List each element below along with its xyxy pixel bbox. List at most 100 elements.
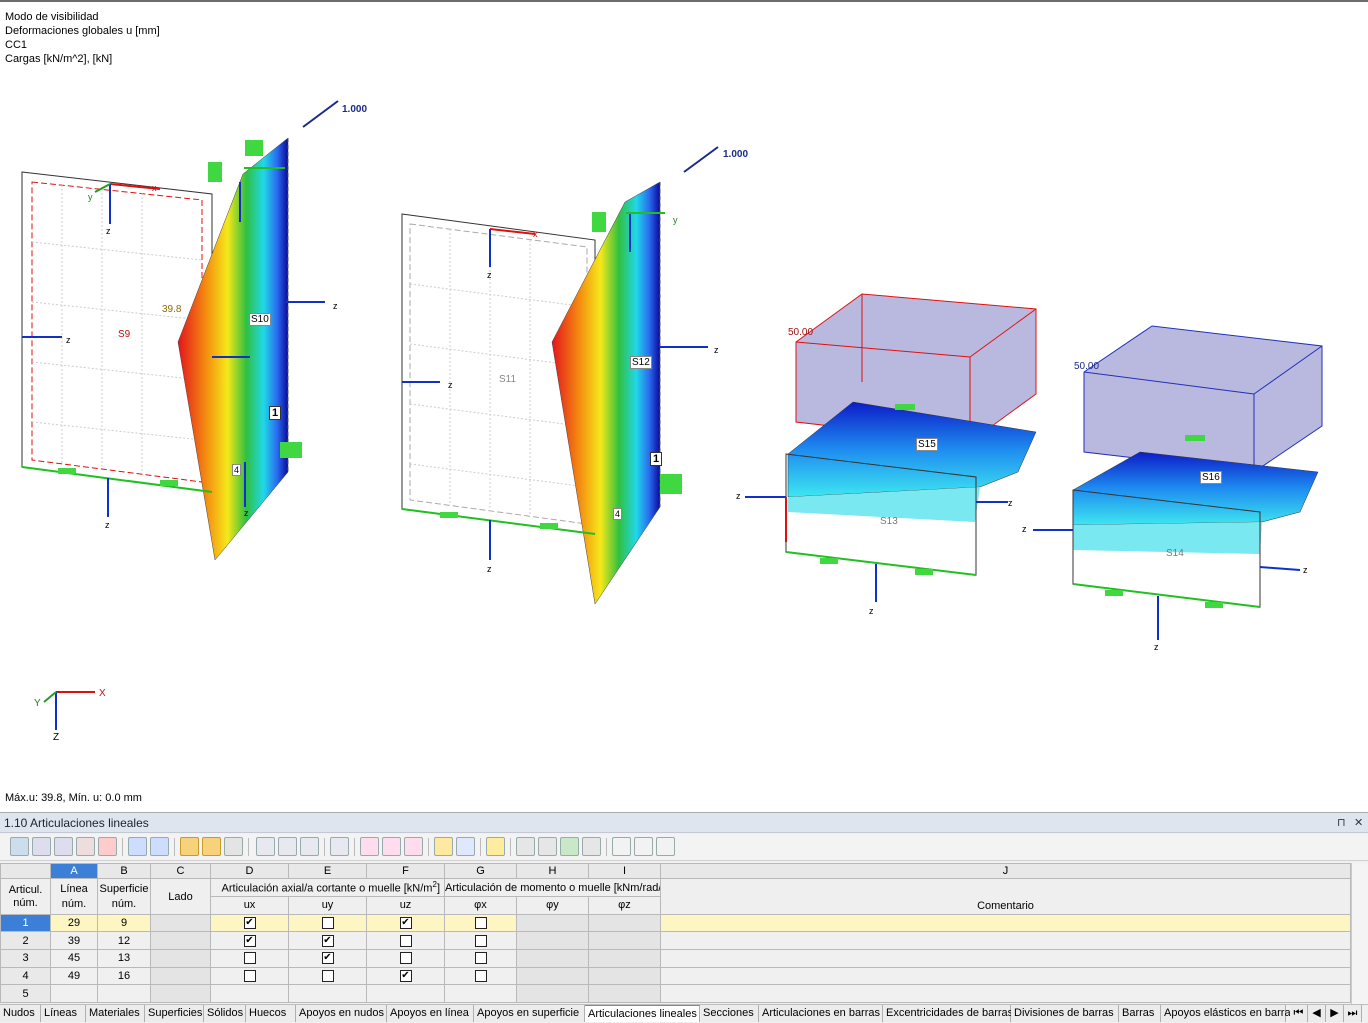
cell-phy[interactable] (516, 984, 589, 1003)
cell-ux[interactable]: ✔ (210, 913, 289, 933)
cell-superficie[interactable]: 16 (97, 966, 151, 986)
checkbox-uz[interactable]: ✔ (399, 917, 412, 930)
tab-excentricidades-de-barras[interactable]: Excentricidades de barras (883, 1005, 1013, 1022)
checkbox-uz[interactable] (399, 952, 412, 965)
cell-phx[interactable] (444, 931, 517, 951)
checkbox-uy[interactable]: ✔ (321, 934, 334, 947)
function-remove-icon[interactable] (656, 837, 675, 856)
cell-uy[interactable] (288, 966, 367, 986)
refresh-icon[interactable] (224, 837, 243, 856)
print-icon[interactable] (582, 837, 601, 856)
row-number[interactable]: 4 (0, 966, 51, 986)
cell-lado[interactable] (150, 913, 211, 933)
cell-comentario[interactable] (660, 966, 1351, 986)
tab-apoyos-en-nudos[interactable]: Apoyos en nudos (296, 1005, 387, 1022)
close-icon[interactable]: ✕ (1354, 813, 1363, 833)
cell-comentario[interactable] (660, 949, 1351, 968)
column-header[interactable]: I (588, 862, 661, 880)
tab-superficies[interactable]: Superficies (145, 1005, 204, 1022)
cell-linea[interactable] (50, 984, 98, 1003)
table-row[interactable]: 1 29 9 ✔ ✔ (0, 913, 1351, 933)
checkbox-uz[interactable]: ✔ (399, 970, 412, 983)
cell-lado[interactable] (150, 949, 211, 968)
rename-icon[interactable] (612, 837, 631, 856)
corner-cell[interactable] (0, 862, 51, 880)
tab-secciones[interactable]: Secciones (700, 1005, 759, 1022)
tab-nudos[interactable]: Nudos (0, 1005, 41, 1022)
cell-uz[interactable] (366, 931, 445, 951)
move-down-icon[interactable] (54, 837, 73, 856)
cell-uy[interactable] (288, 984, 367, 1003)
prev-icon[interactable] (128, 837, 147, 856)
row-number[interactable]: 5 (0, 984, 51, 1003)
excel-icon[interactable] (560, 837, 579, 856)
cell-uz[interactable] (366, 949, 445, 968)
column-header[interactable]: B (97, 862, 151, 880)
checkbox-uy[interactable] (321, 917, 334, 930)
cell-comentario[interactable] (660, 913, 1351, 933)
table-row[interactable]: 2 39 12 ✔ ✔ (0, 931, 1351, 951)
column-header[interactable]: A (50, 862, 98, 880)
filter-icon[interactable] (256, 837, 275, 856)
cell-linea[interactable]: 45 (50, 949, 98, 968)
checkbox-ux[interactable] (243, 970, 256, 983)
cell-phx[interactable] (444, 913, 517, 933)
tab-líneas[interactable]: Líneas (41, 1005, 86, 1022)
cell-phx[interactable] (444, 966, 517, 986)
cell-uz[interactable]: ✔ (366, 966, 445, 986)
row-number[interactable]: 1 (0, 913, 51, 933)
checkbox-phx[interactable] (474, 917, 487, 930)
tab-divisiones-de-barras[interactable]: Divisiones de barras (1011, 1005, 1119, 1022)
last-tab-icon[interactable]: ⏭ (1344, 1005, 1362, 1022)
checkbox-uz[interactable] (399, 934, 412, 947)
function-icon[interactable] (634, 837, 653, 856)
cell-uz[interactable] (366, 984, 445, 1003)
remove-icon[interactable] (360, 837, 379, 856)
row-number[interactable]: 2 (0, 931, 51, 951)
tab-articulaciones-en-barras[interactable]: Articulaciones en barras (759, 1005, 883, 1022)
cell-lado[interactable] (150, 966, 211, 986)
column-header[interactable]: E (288, 862, 367, 880)
cell-phy[interactable] (516, 931, 589, 951)
import-icon[interactable] (516, 837, 535, 856)
column-header[interactable]: J (660, 862, 1351, 880)
cell-ux[interactable] (210, 966, 289, 986)
column-header[interactable]: G (444, 862, 517, 880)
cell-uy[interactable] (288, 913, 367, 933)
edit-table-icon[interactable] (10, 837, 29, 856)
cell-phz[interactable] (588, 984, 661, 1003)
tab-barras[interactable]: Barras (1119, 1005, 1161, 1022)
table-view-icon[interactable] (456, 837, 475, 856)
checkbox-uy[interactable]: ✔ (321, 952, 334, 965)
cell-linea[interactable]: 39 (50, 931, 98, 951)
cell-superficie[interactable]: 12 (97, 931, 151, 951)
pin-icon[interactable]: ⊓ (1337, 813, 1346, 833)
next-icon[interactable] (150, 837, 169, 856)
table-row[interactable]: 3 45 13 ✔ (0, 949, 1351, 968)
cell-lado[interactable] (150, 931, 211, 951)
cell-phz[interactable] (588, 966, 661, 986)
checkbox-ux[interactable]: ✔ (243, 917, 256, 930)
first-tab-icon[interactable]: ⏮ (1290, 1005, 1308, 1022)
cell-phy[interactable] (516, 913, 589, 933)
checkbox-phx[interactable] (474, 934, 487, 947)
sync-selection-icon[interactable] (202, 837, 221, 856)
checkbox-uy[interactable] (321, 970, 334, 983)
cell-ux[interactable] (210, 949, 289, 968)
tab-apoyos-en-superficie[interactable]: Apoyos en superficie (474, 1005, 585, 1022)
paste-icon[interactable] (404, 837, 423, 856)
tab-materiales[interactable]: Materiales (86, 1005, 145, 1022)
column-header[interactable]: H (516, 862, 589, 880)
3d-model-viewport[interactable]: Modo de visibilidad Deformaciones global… (0, 0, 1368, 810)
cell-uy[interactable]: ✔ (288, 949, 367, 968)
cell-ux[interactable]: ✔ (210, 931, 289, 951)
cell-uz[interactable]: ✔ (366, 913, 445, 933)
cell-superficie[interactable]: 9 (97, 913, 151, 933)
delete-row-icon[interactable] (76, 837, 95, 856)
table-color-icon[interactable] (434, 837, 453, 856)
row-number[interactable]: 3 (0, 949, 51, 968)
tab-sólidos[interactable]: Sólidos (204, 1005, 246, 1022)
checkbox-phx[interactable] (474, 952, 487, 965)
cell-phy[interactable] (516, 949, 589, 968)
table-row[interactable]: 5 (0, 984, 1351, 1003)
